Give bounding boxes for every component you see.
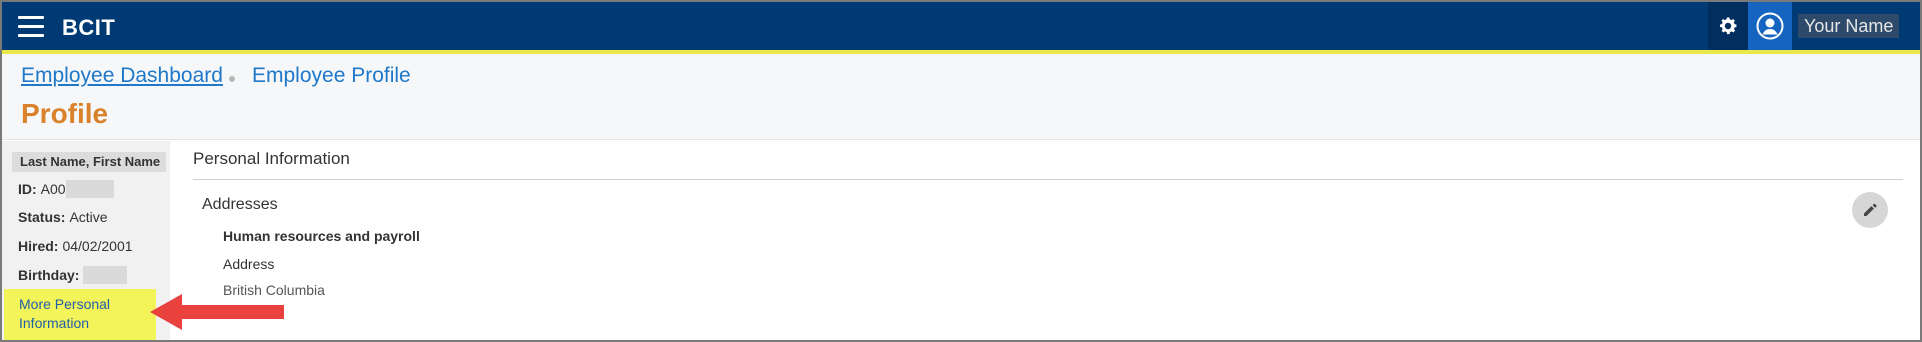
employee-id-label: ID: (18, 181, 37, 197)
edit-address-button[interactable] (1852, 192, 1888, 228)
app-frame: BCIT Your Name Employee Dashboard Employ… (0, 0, 1922, 342)
user-avatar-icon (1756, 12, 1784, 40)
employee-status-value: Active (69, 209, 108, 225)
pencil-icon (1864, 203, 1877, 216)
arrow-left-icon (150, 294, 284, 330)
employee-status-row: Status: Active (18, 209, 108, 225)
employee-id-row: ID: A00 (18, 180, 114, 198)
employee-birthday-row: Birthday: (18, 266, 128, 284)
redacted-block (65, 180, 114, 198)
top-nav-bar: BCIT Your Name (2, 2, 1920, 54)
breadcrumb-employee-dashboard[interactable]: Employee Dashboard (21, 64, 223, 88)
employee-name: Last Name, First Name (12, 152, 166, 172)
employee-hired-value: 04/02/2001 (62, 238, 133, 254)
employee-hired-label: Hired: (18, 238, 59, 254)
section-title: Personal Information (193, 149, 350, 168)
main-content: Personal Information Addresses Human res… (180, 141, 1920, 340)
employee-id-value: A00 (40, 181, 66, 197)
page-header: Employee Dashboard Employee Profile Prof… (2, 54, 1920, 140)
brand-logo[interactable]: BCIT (62, 15, 115, 41)
redacted-block (83, 266, 128, 284)
employee-status-label: Status: (18, 209, 66, 225)
breadcrumb-separator (229, 76, 235, 82)
address-label: Address (223, 256, 275, 272)
section-divider (193, 179, 1903, 180)
hamburger-icon[interactable] (18, 16, 44, 38)
employee-hired-row: Hired: 04/02/2001 (18, 238, 133, 254)
address-group-label: Human resources and payroll (223, 228, 420, 244)
more-personal-information-link[interactable]: More Personal Information (4, 289, 156, 340)
employee-birthday-label: Birthday: (18, 267, 80, 283)
user-menu-button[interactable] (1748, 2, 1792, 50)
addresses-heading: Addresses (202, 196, 278, 213)
gear-icon (1720, 17, 1737, 35)
breadcrumb-employee-profile[interactable]: Employee Profile (252, 64, 411, 88)
user-name-label[interactable]: Your Name (1798, 14, 1900, 38)
settings-button[interactable] (1708, 2, 1748, 50)
page-title: Profile (21, 98, 109, 129)
